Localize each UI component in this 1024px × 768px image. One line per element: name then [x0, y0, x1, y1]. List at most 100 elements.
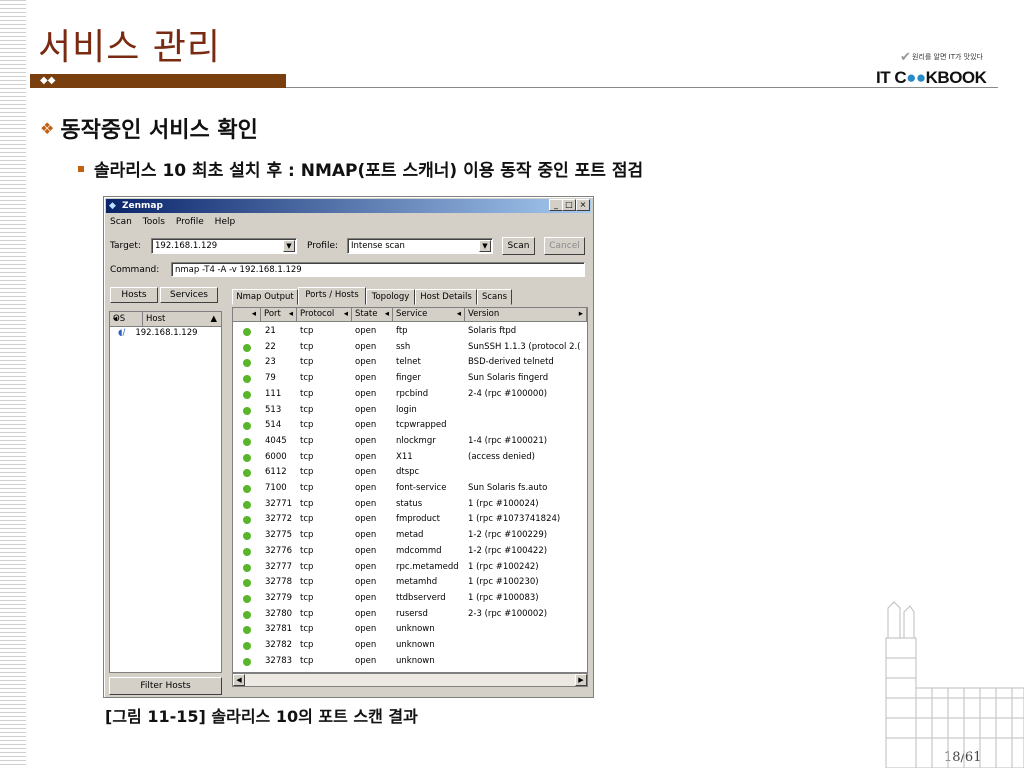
cell-protocol: tcp: [300, 498, 314, 509]
cell-service: dtspc: [396, 467, 420, 478]
cell-state: open: [355, 483, 377, 493]
profile-select[interactable]: Intense scan ▼: [347, 238, 493, 254]
tab-scans[interactable]: Scans: [477, 289, 512, 305]
menu-scan[interactable]: Scan: [110, 217, 132, 227]
tab-nmap-output[interactable]: Nmap Output: [232, 289, 298, 305]
port-row[interactable]: 32778 tcp open metamhd 1 (rpc #100230): [233, 575, 587, 591]
tab-hosts[interactable]: Hosts: [110, 287, 158, 303]
cell-version: BSD-derived telnetd: [468, 357, 554, 368]
menu-profile[interactable]: Profile: [176, 217, 204, 227]
menu-tools[interactable]: Tools: [143, 217, 165, 227]
port-row[interactable]: 32781 tcp open unknown: [233, 622, 587, 638]
logo-brand-oo: ●●: [906, 68, 926, 87]
scroll-left-icon[interactable]: ◀: [233, 674, 245, 686]
port-row[interactable]: 22 tcp open ssh SunSSH 1.1.3 (protocol 2.(: [233, 340, 587, 356]
tab-services[interactable]: Services: [160, 287, 218, 303]
filter-hosts-button[interactable]: Filter Hosts: [109, 677, 222, 695]
open-status-icon: [243, 642, 251, 650]
cell-port: 32776: [265, 545, 293, 556]
tab-topology[interactable]: Topology: [366, 289, 415, 305]
tab-ports-hosts[interactable]: Ports / Hosts: [298, 287, 366, 305]
open-status-icon: [243, 485, 251, 493]
port-row[interactable]: 32771 tcp open status 1 (rpc #100024): [233, 497, 587, 513]
cancel-button[interactable]: Cancel: [544, 237, 585, 255]
port-row[interactable]: 23 tcp open telnet BSD-derived telnetd: [233, 355, 587, 371]
port-row[interactable]: 32780 tcp open rusersd 2-3 (rpc #100002): [233, 607, 587, 623]
chevron-down-icon[interactable]: ▼: [283, 240, 295, 252]
port-row[interactable]: 6112 tcp open dtspc: [233, 465, 587, 481]
tab-host-details[interactable]: Host Details: [415, 289, 477, 305]
port-row[interactable]: 513 tcp open login: [233, 403, 587, 419]
command-field[interactable]: nmap -T4 -A -v 192.168.1.129: [171, 262, 585, 277]
port-row[interactable]: 7100 tcp open font-service Sun Solaris fs.au…: [233, 481, 587, 497]
command-value: nmap -T4 -A -v 192.168.1.129: [175, 265, 302, 275]
cell-service: mdcommd: [396, 545, 442, 556]
version-column-header[interactable]: Version ▸: [465, 308, 587, 322]
cell-protocol: tcp: [300, 373, 314, 384]
os-column-label: OS: [113, 314, 126, 324]
status-column-header[interactable]: ◂: [233, 308, 261, 322]
target-field[interactable]: 192.168.1.129 ▼: [151, 238, 297, 254]
cell-service: tcpwrapped: [396, 420, 447, 431]
cell-state: open: [355, 530, 377, 541]
port-row[interactable]: 4045 tcp open nlockmgr 1-4 (rpc #100021): [233, 434, 587, 450]
open-status-icon: [243, 469, 251, 478]
cell-protocol: tcp: [300, 577, 314, 588]
host-column-header[interactable]: Host ▲: [142, 312, 221, 326]
cell-state: open: [355, 357, 377, 368]
port-row[interactable]: 6000 tcp open X11 (access denied): [233, 450, 587, 466]
cell-service: ssh: [396, 341, 411, 352]
host-row[interactable]: ◖/ 192.168.1.129: [118, 328, 198, 338]
protocol-column-header[interactable]: Protocol ◂: [297, 308, 352, 322]
cell-protocol: tcp: [300, 545, 314, 556]
cell-version: 1-2 (rpc #100422): [468, 545, 548, 556]
sort-left-icon: ◂: [343, 309, 348, 319]
cell-port: 32783: [265, 655, 293, 666]
port-row[interactable]: 21 tcp open ftp Solaris ftpd: [233, 324, 587, 340]
cell-port: 7100: [265, 483, 287, 493]
cell-port: 32782: [265, 640, 293, 650]
cell-protocol: tcp: [300, 467, 314, 478]
version-column-label: Version: [468, 309, 500, 319]
open-status-icon: [243, 437, 251, 446]
target-label: Target:: [110, 241, 141, 251]
horizontal-scrollbar[interactable]: ◀ ▶: [232, 673, 588, 687]
open-status-icon: [243, 343, 251, 352]
menu-help[interactable]: Help: [215, 217, 236, 227]
port-row[interactable]: 32772 tcp open fmproduct 1 (rpc #1073741824): [233, 512, 587, 528]
cell-protocol: tcp: [300, 608, 314, 619]
maximize-button[interactable]: □: [562, 199, 576, 211]
scroll-right-icon[interactable]: ▶: [575, 674, 587, 686]
cell-protocol: tcp: [300, 341, 314, 352]
service-column-header[interactable]: Service ◂: [393, 308, 465, 322]
cell-protocol: tcp: [300, 561, 314, 572]
cell-protocol: tcp: [300, 655, 314, 666]
port-row[interactable]: 32776 tcp open mdcommd 1-2 (rpc #100422): [233, 544, 587, 560]
scan-button[interactable]: Scan: [502, 237, 535, 255]
port-row[interactable]: 514 tcp open tcpwrapped: [233, 418, 587, 434]
port-row[interactable]: 32783 tcp open unknown: [233, 654, 587, 670]
cell-port: 32777: [265, 561, 293, 572]
port-row[interactable]: 79 tcp open finger Sun Solaris fingerd: [233, 371, 587, 387]
os-column-header[interactable]: OS ◂: [113, 312, 125, 326]
port-row[interactable]: 32782 tcp open unknown: [233, 638, 587, 654]
sort-left-icon: ◂: [384, 309, 389, 319]
port-row[interactable]: 32779 tcp open ttdbserverd 1 (rpc #100083): [233, 591, 587, 607]
port-row[interactable]: 111 tcp open rpcbind 2-4 (rpc #100000): [233, 387, 587, 403]
port-row[interactable]: 32777 tcp open rpc.metamedd 1 (rpc #100242): [233, 560, 587, 576]
state-column-header[interactable]: State ◂: [352, 308, 393, 322]
cell-state: open: [355, 592, 377, 603]
open-status-icon: [243, 390, 251, 399]
window-titlebar[interactable]: ◆ Zenmap: [106, 199, 591, 213]
port-row[interactable]: 32775 tcp open metad 1-2 (rpc #100229): [233, 528, 587, 544]
close-button[interactable]: ×: [576, 199, 590, 211]
port-column-header[interactable]: Port ◂: [261, 308, 297, 322]
cell-protocol: tcp: [300, 624, 314, 635]
open-status-icon: [243, 657, 251, 666]
cell-protocol: tcp: [300, 420, 314, 431]
cell-port: 23: [265, 357, 276, 368]
cell-port: 79: [265, 373, 276, 384]
chevron-down-icon[interactable]: ▼: [479, 240, 491, 252]
minimize-button[interactable]: _: [549, 199, 563, 211]
cell-state: open: [355, 326, 377, 336]
